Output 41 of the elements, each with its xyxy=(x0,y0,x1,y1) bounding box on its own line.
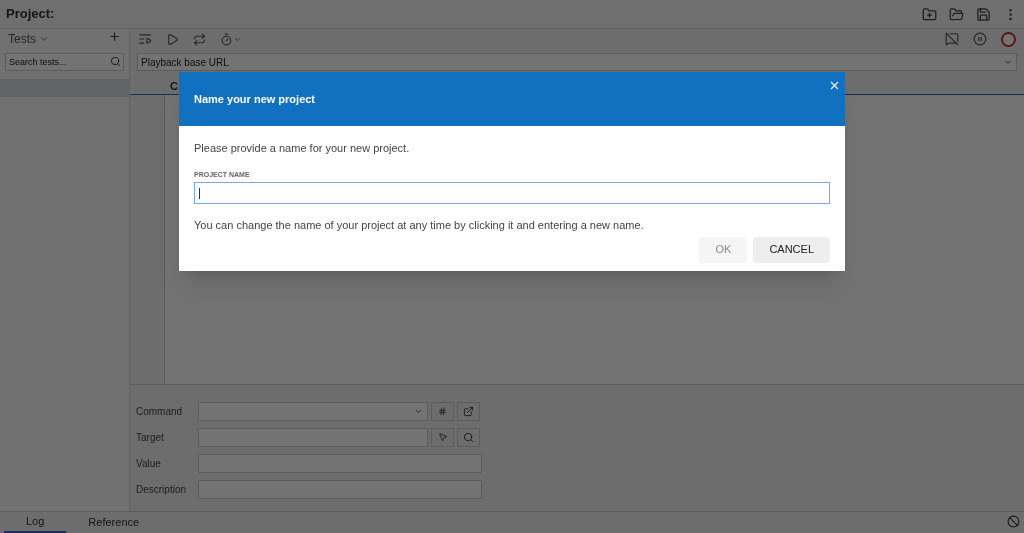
caret-icon xyxy=(39,34,49,44)
dialog-message: Please provide a name for your new project. xyxy=(194,141,411,156)
loop-icon[interactable] xyxy=(193,32,206,46)
dialog-button[interactable]: CANCEL xyxy=(753,236,830,263)
pointer-icon xyxy=(437,432,448,442)
record-icon[interactable] xyxy=(1001,31,1016,47)
select-target-button[interactable] xyxy=(431,427,454,447)
project-name-field[interactable] xyxy=(194,182,830,204)
project-label: Project: xyxy=(6,5,55,24)
comment-button[interactable] xyxy=(431,401,454,421)
add-icon[interactable] xyxy=(108,30,121,43)
url-field[interactable]: Playback base URL xyxy=(137,53,1017,71)
new-folder-icon[interactable] xyxy=(922,6,937,22)
folder-icon[interactable] xyxy=(949,6,964,22)
search-icon xyxy=(463,431,474,443)
field-label: Command xyxy=(136,404,184,419)
bottom-tab[interactable]: Reference xyxy=(66,512,162,533)
search-icon xyxy=(110,56,121,67)
close-icon[interactable] xyxy=(828,79,841,92)
pause-icon[interactable] xyxy=(973,32,987,46)
editor-field[interactable] xyxy=(198,401,428,421)
dialog-hint: You can change the name of your project at any time by clicking it and entering a new name. xyxy=(194,218,645,233)
column-header: C xyxy=(169,79,179,94)
open-button[interactable] xyxy=(457,401,480,421)
caret-icon xyxy=(1003,57,1013,67)
disabled-icon xyxy=(1007,514,1020,528)
dialog-title: Name your new project xyxy=(194,91,316,107)
search-field[interactable]: Search tests... xyxy=(5,53,124,71)
comment-off-icon[interactable] xyxy=(945,32,959,46)
field-label: Target xyxy=(136,430,165,445)
save-icon[interactable] xyxy=(976,6,991,22)
bottom-tab[interactable]: Log xyxy=(4,512,67,533)
field-label: Value xyxy=(136,456,162,471)
external-link-icon xyxy=(463,405,474,417)
timer-dropdown[interactable] xyxy=(220,32,242,46)
tests-dropdown[interactable]: Tests xyxy=(8,30,49,48)
find-button[interactable] xyxy=(457,427,480,447)
play-icon[interactable] xyxy=(166,32,179,46)
run-all-icon[interactable] xyxy=(138,32,152,46)
field-label: Description xyxy=(136,482,188,497)
hash-icon xyxy=(438,406,447,416)
